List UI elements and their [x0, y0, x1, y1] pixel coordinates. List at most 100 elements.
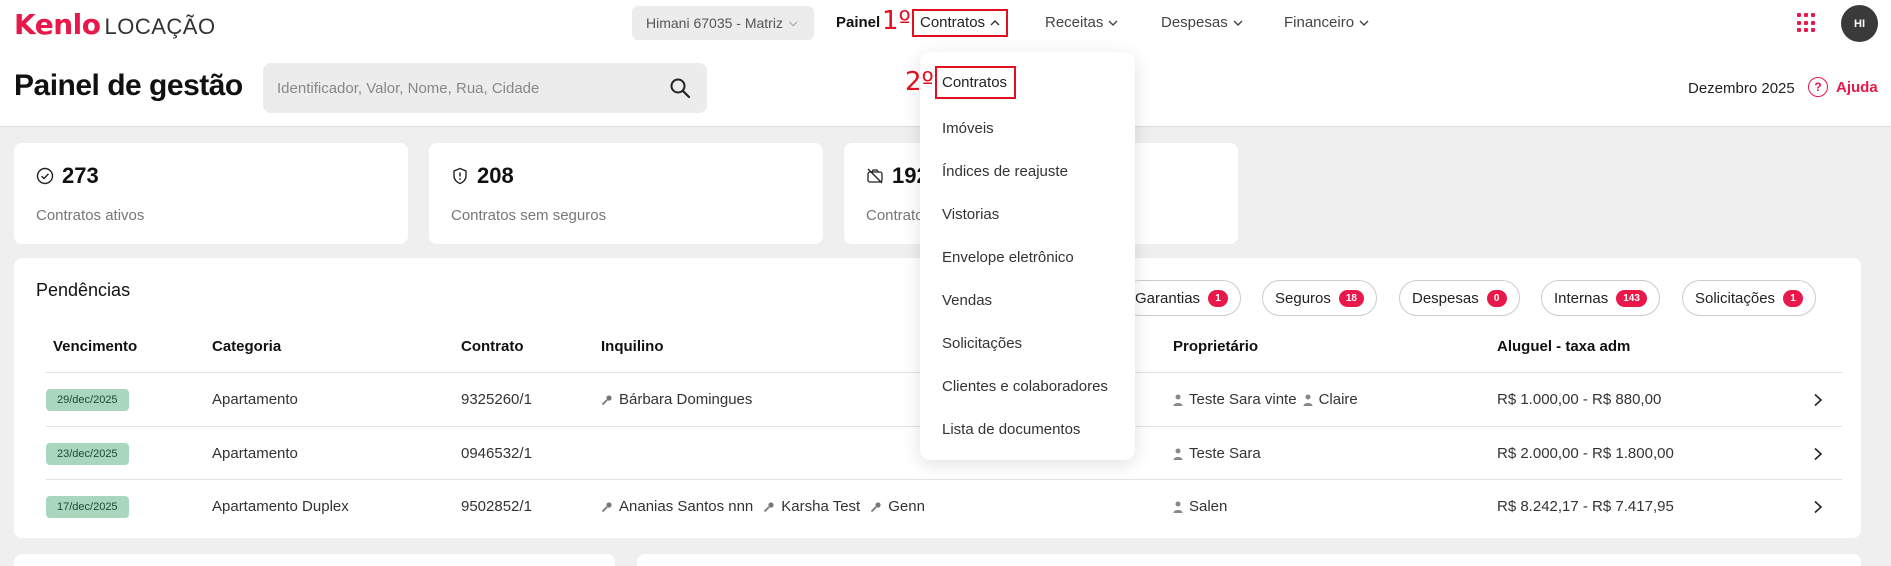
- shield-icon: [453, 167, 467, 185]
- nav-financeiro[interactable]: Financeiro: [1284, 14, 1369, 31]
- chip-label: Despesas: [1412, 289, 1479, 307]
- tenant-name: Genn: [888, 498, 925, 515]
- cell-contrato: 9325260/1: [461, 391, 532, 408]
- menu-item-lista-documentos[interactable]: Lista de documentos: [942, 421, 1080, 438]
- chevron-down-icon: [1359, 20, 1369, 26]
- nav-financeiro-label: Financeiro: [1284, 14, 1355, 31]
- chevron-down-icon: ⌵: [788, 16, 798, 29]
- cell-inquilino: Ananias Santos nnn Karsha Test Genn: [601, 498, 925, 515]
- column-header-proprietario[interactable]: Proprietário: [1173, 338, 1258, 355]
- nav-contratos[interactable]: Contratos: [912, 9, 1009, 37]
- person-icon: [1303, 394, 1313, 406]
- cell-inquilino: Bárbara Domingues: [601, 391, 752, 408]
- nav-painel-label: Painel: [836, 14, 881, 31]
- person-icon: [1173, 501, 1183, 513]
- chevron-down-icon: [1108, 20, 1118, 26]
- chip-label: Solicitações: [1695, 289, 1776, 307]
- menu-item-contratos[interactable]: Contratos: [935, 66, 1017, 99]
- row-divider: [46, 479, 1842, 480]
- nav-contratos-label: Contratos: [920, 14, 986, 31]
- chevron-right-icon[interactable]: [1812, 500, 1824, 514]
- cell-contrato: 0946532/1: [461, 445, 532, 462]
- menu-item-vendas[interactable]: Vendas: [942, 292, 992, 309]
- branch-select[interactable]: Himani 67035 - Matriz ⌵: [632, 6, 814, 40]
- cell-proprietario: Teste Sara vinte Claire: [1173, 391, 1358, 408]
- stat-value: 208: [477, 163, 514, 188]
- owner-name: Teste Sara: [1189, 445, 1261, 462]
- chevron-right-icon[interactable]: [1812, 447, 1824, 461]
- chevron-right-icon[interactable]: [1812, 393, 1824, 407]
- annotation-step-2: 2º: [905, 67, 934, 97]
- menu-item-clientes-colaboradores[interactable]: Clientes e colaboradores: [942, 378, 1108, 395]
- help-label: Ajuda: [1836, 78, 1878, 96]
- due-date-badge: 29/dec/2025: [46, 389, 129, 411]
- month-selector[interactable]: Dezembro 2025: [1688, 80, 1795, 97]
- kenlo-logo[interactable]: Kenlo LOCAÇÃO: [14, 8, 216, 41]
- chevron-down-icon: [1233, 20, 1243, 26]
- stat-card-contratos-ativos[interactable]: 273 Contratos ativos: [14, 143, 408, 244]
- key-icon: [601, 501, 612, 512]
- menu-item-indices-reajuste[interactable]: Índices de reajuste: [942, 163, 1068, 180]
- cell-categoria: Apartamento Duplex: [212, 498, 349, 515]
- nav-despesas[interactable]: Despesas: [1161, 14, 1243, 31]
- help-button[interactable]: ? Ajuda: [1808, 77, 1878, 97]
- menu-item-imoveis[interactable]: Imóveis: [942, 120, 994, 137]
- annotation-step-1: 1º: [882, 6, 911, 36]
- column-header-vencimento[interactable]: Vencimento: [53, 338, 137, 355]
- cell-categoria: Apartamento: [212, 445, 298, 462]
- tenant-name: Ananias Santos nnn: [619, 498, 754, 515]
- menu-item-envelope-eletronico[interactable]: Envelope eletrônico: [942, 249, 1074, 266]
- logo-main: Kenlo: [14, 8, 101, 41]
- column-header-inquilino[interactable]: Inquilino: [601, 338, 663, 355]
- key-icon: [871, 501, 881, 512]
- check-circle-icon: [36, 167, 54, 185]
- menu-item-vistorias[interactable]: Vistorias: [942, 206, 999, 223]
- chip-label: Seguros: [1275, 289, 1331, 307]
- stat-label: Contratos sem seguros: [451, 207, 607, 224]
- branch-select-value: Himani 67035 - Matriz: [646, 15, 783, 31]
- nav-despesas-label: Despesas: [1161, 14, 1228, 31]
- filter-chip-seguros[interactable]: Seguros 18: [1262, 280, 1377, 316]
- filter-chip-internas[interactable]: Internas 143: [1541, 280, 1660, 316]
- cell-contrato: 9502852/1: [461, 498, 532, 515]
- stat-label: Contratos ativos: [36, 207, 145, 224]
- key-icon: [601, 394, 612, 405]
- due-date-badge: 23/dec/2025: [46, 443, 129, 465]
- search-icon[interactable]: [669, 77, 691, 99]
- apps-grid-icon[interactable]: [1797, 13, 1817, 33]
- camera-off-icon: [867, 168, 883, 184]
- tenant-name: Bárbara Domingues: [619, 391, 753, 408]
- bottom-card-right: [637, 554, 1861, 566]
- cell-categoria: Apartamento: [212, 391, 298, 408]
- person-icon: [1173, 448, 1183, 460]
- due-date-badge: 17/dec/2025: [46, 496, 129, 518]
- bottom-card-left: [14, 554, 615, 566]
- nav-receitas[interactable]: Receitas: [1045, 14, 1118, 31]
- person-icon: [1173, 394, 1183, 406]
- tenant-name: Karsha Test: [781, 498, 861, 515]
- owner-name: Claire: [1318, 391, 1358, 408]
- column-header-categoria[interactable]: Categoria: [212, 338, 281, 355]
- filter-chip-despesas[interactable]: Despesas 0: [1399, 280, 1520, 316]
- nav-receitas-label: Receitas: [1045, 14, 1104, 31]
- avatar[interactable]: HI: [1841, 5, 1878, 42]
- owner-name: Salen: [1189, 498, 1228, 515]
- search-input[interactable]: [277, 63, 657, 113]
- column-header-contrato[interactable]: Contrato: [461, 338, 524, 355]
- question-circle-icon: ?: [1808, 77, 1828, 97]
- column-header-aluguel[interactable]: Aluguel - taxa adm: [1497, 338, 1630, 355]
- filter-chip-solicitacoes[interactable]: Solicitações 1: [1682, 280, 1817, 316]
- nav-painel[interactable]: Painel: [836, 14, 880, 31]
- cell-aluguel: R$ 1.000,00 - R$ 880,00: [1497, 391, 1662, 408]
- search-box[interactable]: [263, 63, 707, 113]
- stat-value: 273: [62, 163, 99, 188]
- contratos-dropdown-menu: Contratos Imóveis Índices de reajuste Vi…: [920, 52, 1135, 460]
- filter-chip-garantias[interactable]: Garantias 1: [1122, 280, 1242, 316]
- stat-card-contratos-sem-seguros[interactable]: 208 Contratos sem seguros: [429, 143, 823, 244]
- cell-aluguel: R$ 8.242,17 - R$ 7.417,95: [1497, 498, 1674, 515]
- count-badge: 18: [1338, 289, 1364, 307]
- menu-item-solicitacoes[interactable]: Solicitações: [942, 335, 1022, 352]
- cell-proprietario: Teste Sara: [1173, 445, 1261, 462]
- chip-label: Internas: [1554, 289, 1609, 307]
- count-badge: 1: [1783, 289, 1804, 307]
